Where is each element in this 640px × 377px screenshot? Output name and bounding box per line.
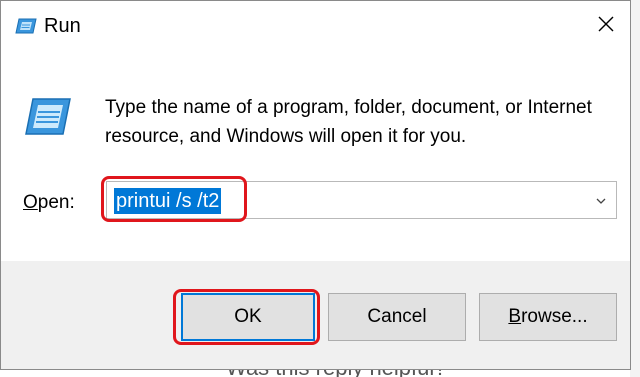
button-bar: OK Cancel Browse... [1, 261, 630, 369]
open-label-text: pen: [37, 192, 75, 213]
dialog-content: Type the name of a program, folder, docu… [1, 51, 630, 261]
run-icon [15, 15, 37, 37]
open-combobox[interactable]: printui /s /t2 [106, 181, 617, 219]
open-input[interactable]: printui /s /t2 [114, 188, 222, 214]
browse-accelerator: B [508, 306, 522, 327]
cancel-button[interactable]: Cancel [328, 293, 466, 341]
screen: Was this reply helpful? Run [0, 0, 640, 377]
open-label-accelerator: O [23, 192, 38, 213]
ok-button-label: OK [234, 306, 262, 327]
open-input-value: printui /s /t2 [114, 188, 222, 214]
dialog-description: Type the name of a program, folder, docu… [105, 97, 592, 147]
browse-label-text: rowse... [521, 306, 588, 327]
close-button[interactable] [585, 7, 627, 45]
chevron-down-icon[interactable] [594, 194, 608, 208]
title-bar[interactable]: Run [1, 1, 630, 51]
ok-button[interactable]: OK [181, 293, 315, 341]
run-icon [23, 96, 71, 138]
browse-button-label: Browse... [508, 306, 587, 328]
close-icon [598, 16, 614, 37]
background-page-edge [630, 0, 640, 377]
run-dialog: Run Type the name of a program, folder, … [0, 0, 631, 370]
browse-button[interactable]: Browse... [479, 293, 617, 341]
open-label: Open: [23, 191, 75, 215]
window-title: Run [44, 15, 81, 37]
cancel-button-label: Cancel [367, 306, 427, 327]
